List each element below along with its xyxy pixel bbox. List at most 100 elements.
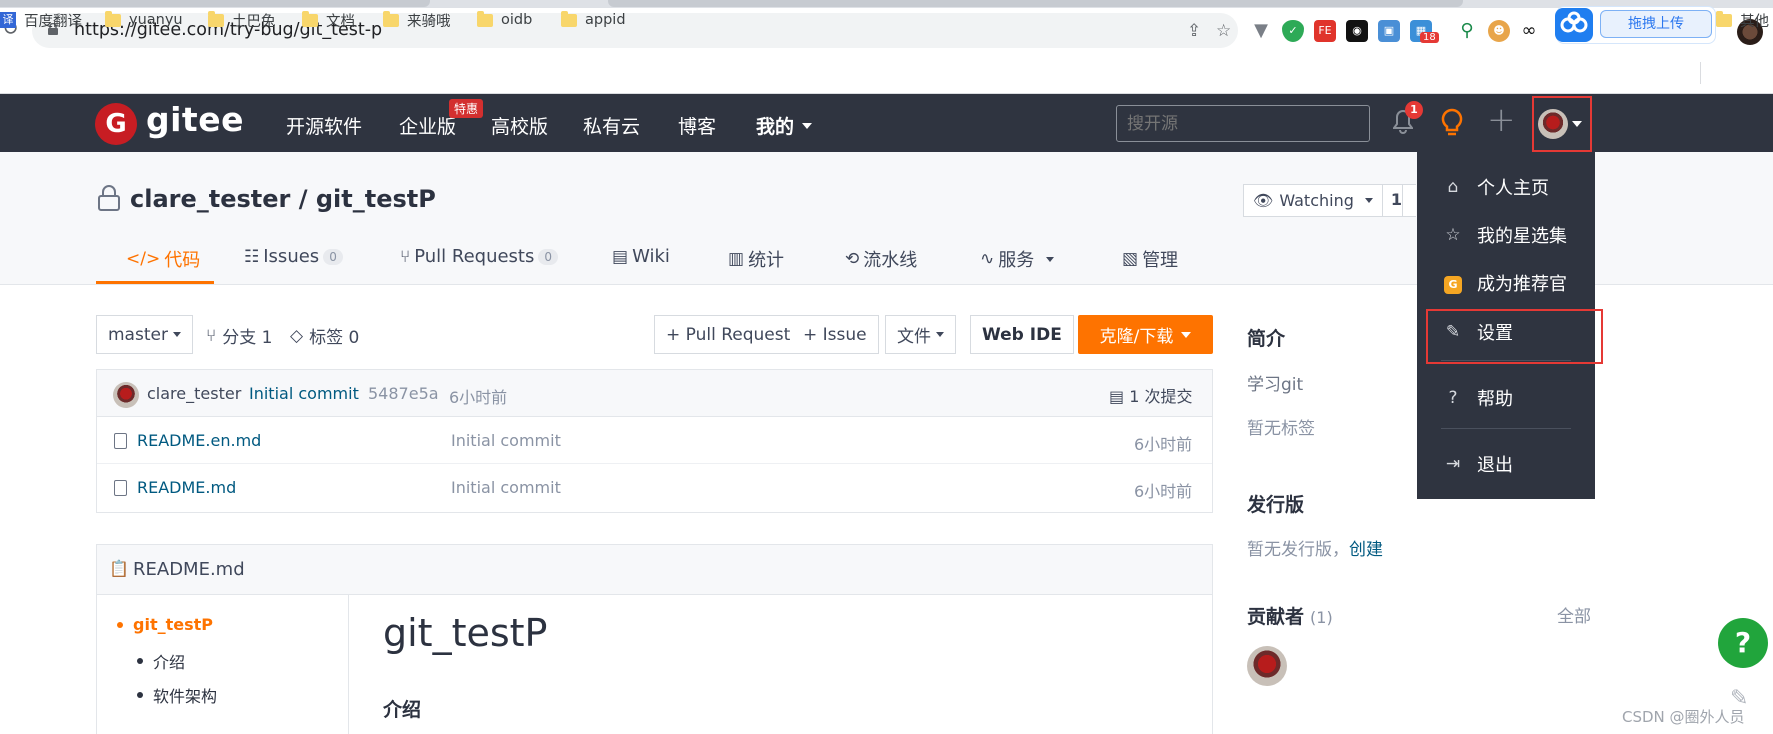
nav-blog[interactable]: 博客 — [678, 112, 716, 139]
readme-panel: 📋 README.md git_testP 介绍 软件架构 git_testP … — [96, 544, 1213, 734]
search-input[interactable] — [1116, 105, 1370, 142]
commit-author-avatar[interactable] — [113, 382, 139, 408]
bookmark-label: yuanyu — [129, 12, 183, 28]
tab-code[interactable]: </> 代码 — [126, 246, 200, 272]
tab-manage[interactable]: ▧ 管理 — [1122, 246, 1178, 272]
bookmark-docs[interactable]: 文档 — [302, 9, 355, 31]
service-icon: ∿ — [980, 249, 995, 269]
menu-item-help[interactable]: ? 帮助 — [1417, 375, 1595, 421]
readme-subheading: 介绍 — [383, 699, 422, 721]
bookmark-oidb[interactable]: oidb — [477, 9, 532, 31]
chevron-down-icon[interactable] — [1572, 121, 1582, 127]
bookmark-other[interactable]: 其他 — [1716, 9, 1769, 31]
nav-open-source[interactable]: 开源软件 — [286, 112, 362, 139]
infinity-extension-icon[interactable]: ∞ — [1518, 20, 1540, 42]
commit-message[interactable]: Initial commit — [249, 384, 359, 403]
bookmark-laiqio[interactable]: 来骑哦 — [383, 9, 451, 31]
help-fab-button[interactable]: ? — [1718, 618, 1768, 668]
tab-pull-requests[interactable]: ⑂ Pull Requests 0 — [400, 246, 559, 267]
bookmark-baidu-translate[interactable]: 译百度翻译 — [0, 9, 82, 31]
gitee-logo-text[interactable]: gitee — [146, 100, 244, 139]
commit-author[interactable]: clare_tester — [147, 384, 241, 403]
private-lock-icon — [98, 185, 120, 211]
tag-icon: ◇ — [290, 325, 304, 346]
toc-label: 软件架构 — [153, 687, 218, 706]
user-avatar[interactable] — [1538, 109, 1568, 139]
toc-item[interactable]: git_testP — [117, 615, 213, 634]
extension-icon[interactable]: ◉ — [1346, 20, 1368, 42]
menu-label: 个人主页 — [1477, 178, 1549, 199]
folder-icon — [1716, 10, 1732, 27]
menu-item-profile[interactable]: ⌂ 个人主页 — [1417, 164, 1595, 210]
file-icon — [114, 433, 127, 449]
commit-time: 6小时前 — [449, 388, 508, 407]
bookmark-yuanyu[interactable]: yuanyu — [105, 9, 183, 31]
watch-button[interactable]: 👁 Watching — [1243, 184, 1383, 217]
tab-wiki[interactable]: ▤ Wiki — [612, 246, 670, 267]
folder-icon — [477, 10, 493, 27]
drag-upload-button[interactable]: 拖拽上传 — [1600, 10, 1712, 38]
contributors-title: 贡献者 (1) — [1247, 602, 1333, 629]
tab-count: 0 — [538, 248, 559, 265]
contributor-avatar[interactable] — [1247, 646, 1287, 686]
notification-badge: 1 — [1405, 101, 1423, 119]
baidu-netdisk-icon[interactable] — [1555, 8, 1593, 42]
tab-label: Wiki — [632, 246, 670, 267]
create-plus-icon[interactable]: + — [1487, 103, 1516, 137]
help-icon: ? — [1448, 388, 1458, 408]
clone-download-button[interactable]: 克隆/下载 — [1078, 315, 1213, 354]
all-contributors-link[interactable]: 全部 — [1557, 602, 1591, 627]
file-name[interactable]: README.md — [137, 478, 236, 497]
hot-badge: 特惠 — [449, 99, 484, 118]
bookmark-tubatu[interactable]: 土巴兔 — [208, 9, 276, 31]
file-commit-message[interactable]: Initial commit — [451, 431, 561, 450]
branches-link[interactable]: ⑂ 分支 1 — [206, 323, 272, 349]
toc-item[interactable]: 软件架构 — [137, 683, 217, 707]
menu-item-recommend[interactable]: G 成为推荐官 — [1417, 260, 1595, 306]
toc-item[interactable]: 介绍 — [137, 649, 185, 673]
file-commit-message[interactable]: Initial commit — [451, 478, 561, 497]
home-icon: ⌂ — [1447, 177, 1459, 197]
create-release-link[interactable]: 创建 — [1349, 540, 1383, 560]
lightbulb-icon[interactable] — [1440, 108, 1464, 138]
file-menu-button[interactable]: 文件 — [885, 315, 956, 354]
commit-hash[interactable]: 5487e5a — [368, 384, 439, 403]
nav-mine[interactable]: 我的 — [756, 112, 812, 139]
star-button[interactable] — [1402, 184, 1416, 217]
browser-tab-strip — [0, 0, 1773, 8]
tab-issues[interactable]: ☷ Issues 0 — [244, 246, 343, 267]
share-icon[interactable]: ⇪ — [1187, 21, 1201, 41]
readme-file-icon: 📋 — [109, 559, 129, 578]
branch-select[interactable]: master — [96, 315, 193, 354]
tab-pipeline[interactable]: ⟲ 流水线 — [845, 246, 917, 272]
tags-link[interactable]: ◇ 标签 0 — [290, 323, 359, 349]
vue-devtools-icon[interactable]: ▼ — [1250, 20, 1272, 42]
wiki-icon: ▤ — [612, 246, 629, 267]
bookmark-label: appid — [585, 12, 626, 28]
puzzle-extension-icon[interactable]: ⚲ — [1456, 20, 1478, 42]
web-ide-button[interactable]: Web IDE — [970, 315, 1074, 354]
chevron-down-icon — [936, 332, 944, 337]
bookmark-star-icon[interactable]: ☆ — [1216, 21, 1231, 41]
tab-service[interactable]: ∿ 服务 — [980, 246, 1055, 272]
new-pull-request-button[interactable]: + Pull Request — [654, 315, 803, 354]
commit-list-icon: ▤ — [1109, 387, 1130, 406]
tab-stats[interactable]: ▥ 统计 — [728, 246, 784, 272]
bookmark-appid[interactable]: appid — [561, 9, 626, 31]
new-issue-button[interactable]: + Issue — [792, 315, 879, 354]
translate-icon: 译 — [0, 12, 16, 28]
commit-count-link[interactable]: ▤ 1 次提交 — [1109, 383, 1192, 407]
menu-item-stars[interactable]: ☆ 我的星选集 — [1417, 212, 1595, 258]
owl-extension-icon[interactable]: ☻ — [1488, 20, 1510, 42]
file-name[interactable]: README.en.md — [137, 431, 261, 450]
menu-item-logout[interactable]: ⇥ 退出 — [1417, 441, 1595, 487]
fe-helper-icon[interactable]: FE — [1314, 20, 1336, 42]
gitee-logo-icon[interactable]: G — [95, 103, 137, 145]
screenshot-icon[interactable]: ▣ — [1378, 20, 1400, 42]
repo-title[interactable]: clare_tester / git_testP — [130, 185, 436, 213]
nav-private-cloud[interactable]: 私有云 — [583, 112, 640, 139]
watch-label: Watching — [1279, 191, 1354, 210]
nav-enterprise[interactable]: 企业版 — [399, 112, 456, 139]
nav-education[interactable]: 高校版 — [491, 112, 548, 139]
tab-label: 服务 — [998, 250, 1035, 271]
